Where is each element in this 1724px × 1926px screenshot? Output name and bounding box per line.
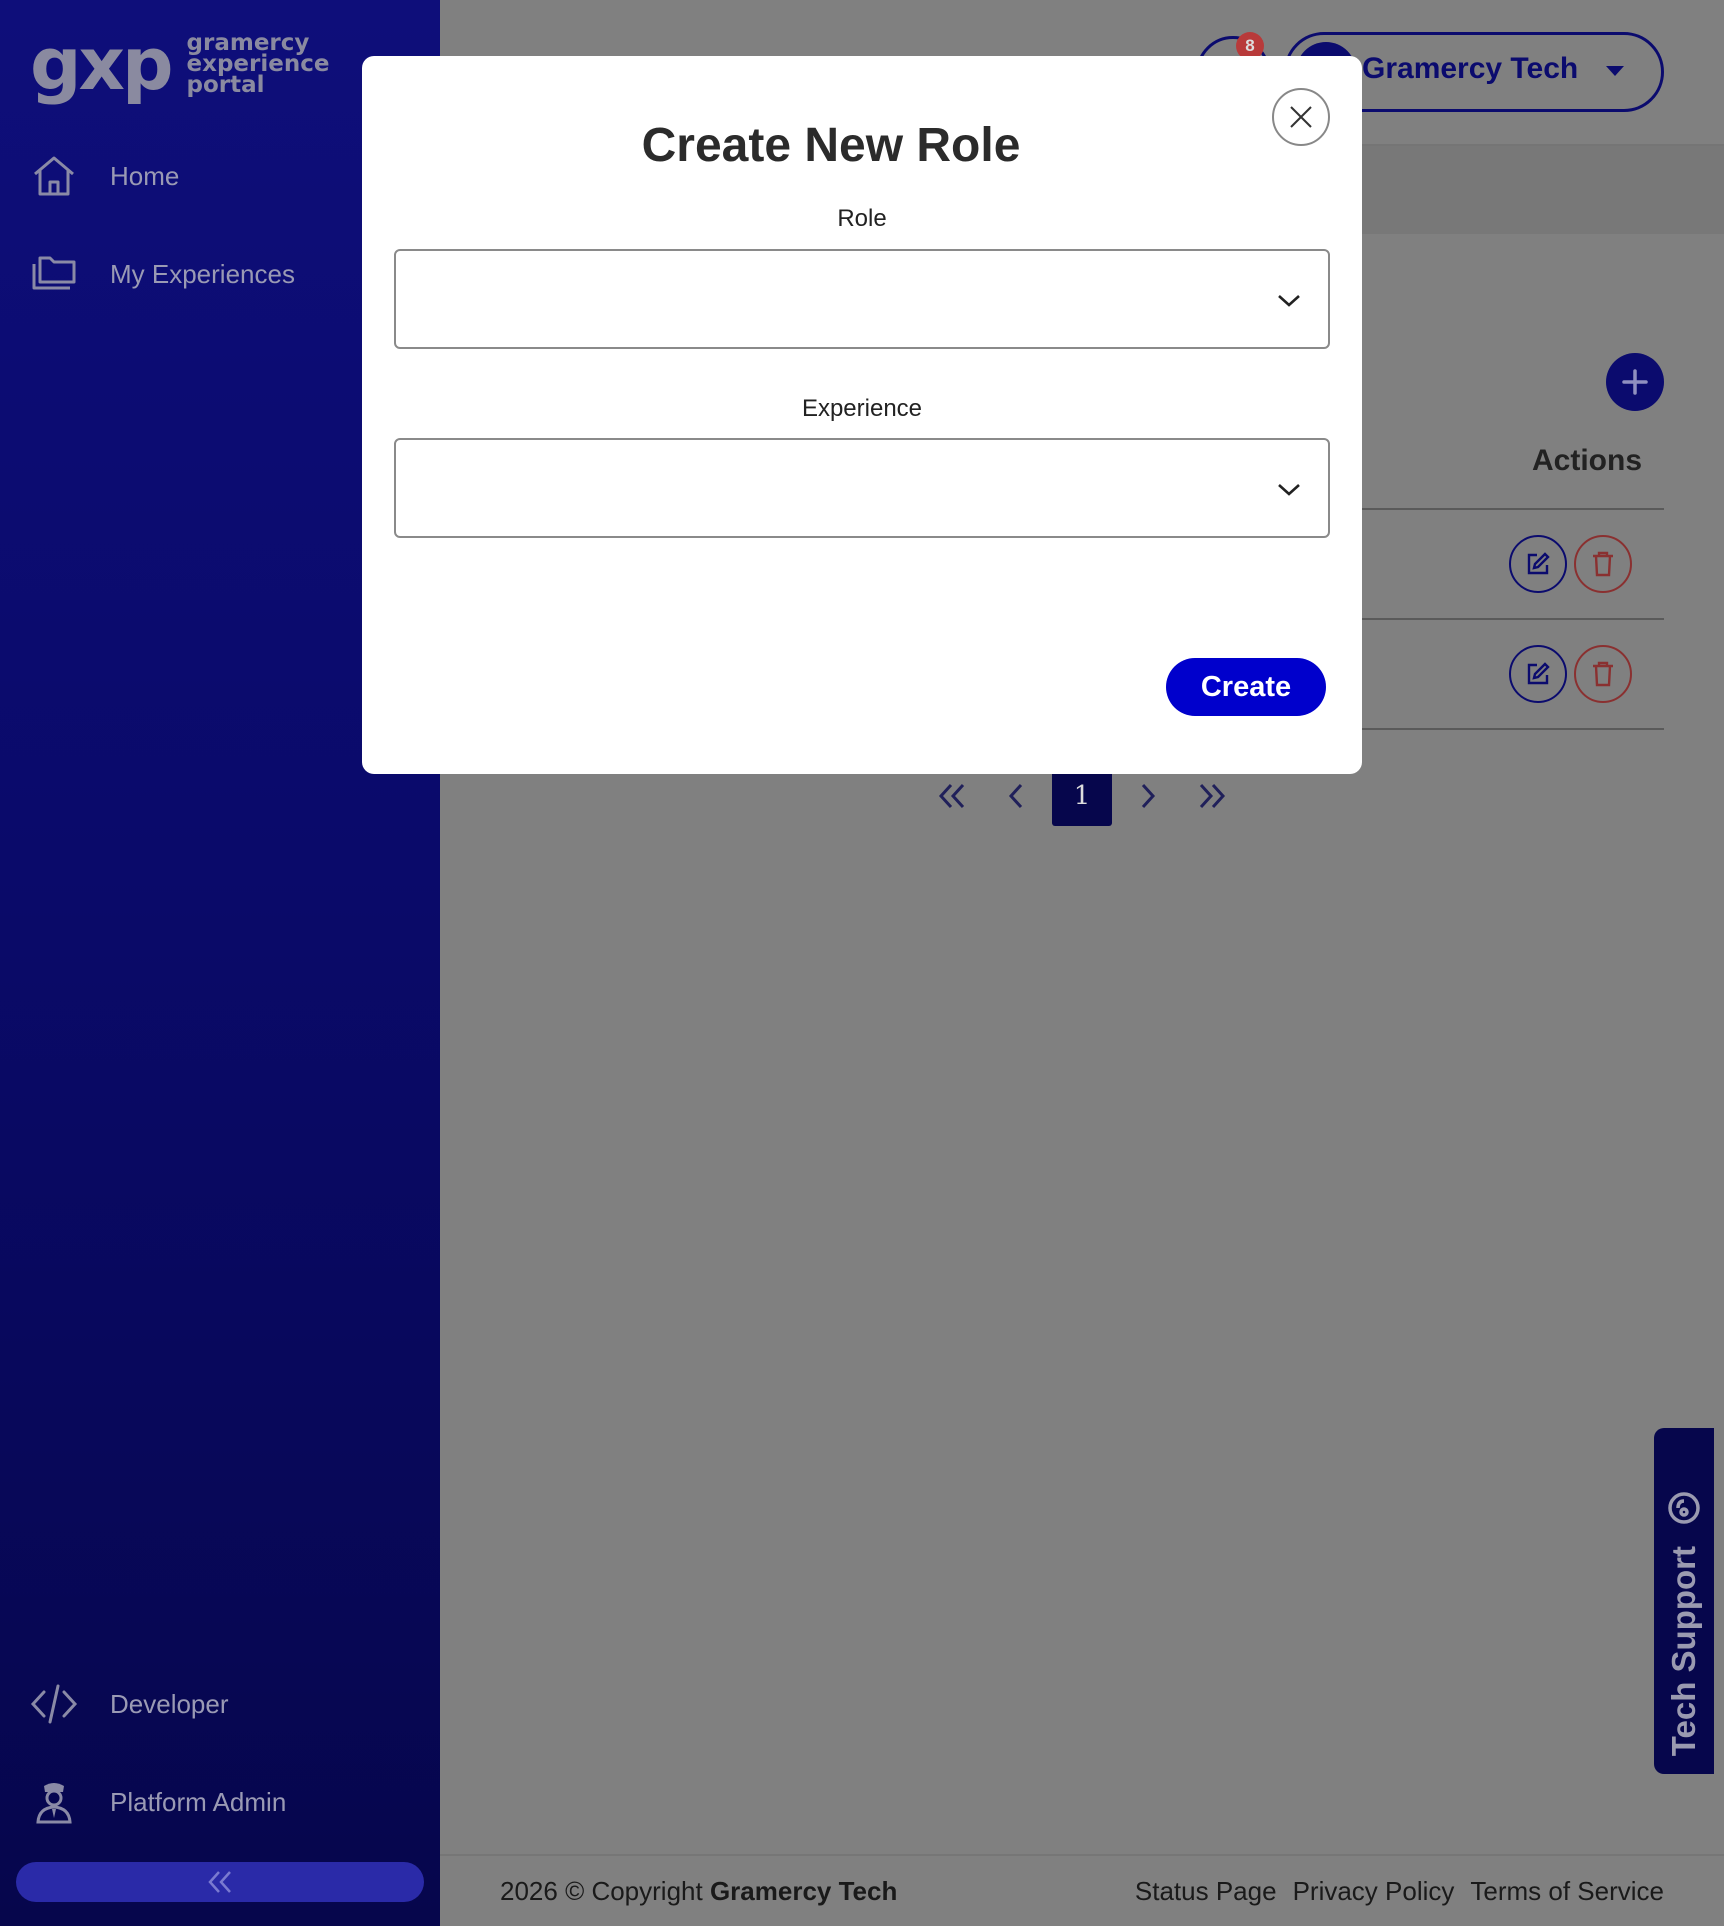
last-page-button[interactable]: [1190, 766, 1234, 826]
chevron-down-icon: [1278, 295, 1300, 307]
delete-row-2-button[interactable]: [1574, 645, 1632, 703]
delete-row-1-button[interactable]: [1574, 535, 1632, 593]
table-row-divider: [1340, 508, 1664, 510]
table-row-divider: [1340, 728, 1664, 730]
privacy-policy-link[interactable]: Privacy Policy: [1293, 1876, 1455, 1907]
edit-icon: [1527, 662, 1550, 685]
copyright-owner: Gramercy Tech: [709, 1876, 898, 1906]
actions-column-header: Actions: [1532, 444, 1643, 477]
footer-links: Status Page Privacy Policy Terms of Serv…: [1135, 1876, 1664, 1907]
copyright: 2026 © Copyright Gramercy Tech: [500, 1876, 897, 1907]
logo-mark: gxp: [30, 22, 174, 106]
collapse-sidebar-button[interactable]: [16, 1862, 424, 1902]
table-row-divider: [1340, 618, 1664, 620]
sidebar-item-platform-admin[interactable]: Platform Admin: [30, 1778, 286, 1826]
chevron-down-icon: [1278, 484, 1300, 496]
chevron-right-icon: [1141, 783, 1156, 809]
double-chevron-left-icon: [938, 783, 965, 809]
prev-page-button[interactable]: [998, 766, 1034, 826]
role-label: Role: [837, 205, 887, 232]
create-button[interactable]: Create: [1166, 658, 1326, 716]
edit-row-1-button[interactable]: [1509, 535, 1567, 593]
tech-support-tab[interactable]: Tech Support: [1654, 1428, 1714, 1774]
footer-divider: [440, 1854, 1724, 1856]
copyright-prefix: 2026 © Copyright: [500, 1876, 703, 1906]
experience-select[interactable]: [394, 438, 1330, 538]
edit-row-2-button[interactable]: [1509, 645, 1567, 703]
sidebar-item-home[interactable]: Home: [30, 152, 179, 200]
add-role-button[interactable]: [1606, 353, 1664, 411]
sidebar-item-label: Platform Admin: [110, 1786, 287, 1817]
trash-icon: [1593, 551, 1613, 577]
caret-down-icon: [1606, 66, 1624, 76]
sidebar-item-developer[interactable]: Developer: [30, 1680, 229, 1728]
status-page-link[interactable]: Status Page: [1135, 1876, 1277, 1907]
double-chevron-right-icon: [1199, 783, 1226, 809]
plus-icon: [1622, 369, 1648, 395]
first-page-button[interactable]: [930, 766, 974, 826]
page-1-button[interactable]: 1: [1052, 766, 1112, 826]
chevron-left-icon: [1008, 783, 1023, 809]
admin-user-icon: [36, 1783, 72, 1824]
edit-icon: [1527, 552, 1550, 575]
sidebar-item-label: Home: [110, 160, 180, 191]
gxp-logo[interactable]: gxp gramercy experience portal: [30, 28, 329, 100]
logo-wordmark: gramercy experience portal: [186, 31, 330, 98]
modal-title: Create New Role: [641, 119, 1021, 172]
sidebar-item-label: My Experiences: [110, 258, 295, 289]
sidebar-item-my-experiences[interactable]: My Experiences: [30, 250, 295, 298]
double-chevron-left-icon: [208, 1871, 231, 1893]
folders-icon: [32, 256, 76, 290]
trash-icon: [1593, 661, 1613, 687]
tech-support-label: Tech Support: [1665, 1545, 1702, 1756]
logo-word-3: portal: [186, 71, 265, 98]
code-icon: [30, 1684, 78, 1724]
profile-name: Gramercy Tech: [1362, 52, 1579, 85]
terms-of-service-link[interactable]: Terms of Service: [1470, 1876, 1664, 1907]
next-page-button[interactable]: [1130, 766, 1166, 826]
support-chat-icon: [1668, 1492, 1700, 1524]
sidebar-item-label: Developer: [110, 1688, 229, 1719]
role-select[interactable]: [394, 249, 1330, 349]
experience-label: Experience: [801, 395, 923, 422]
home-icon: [34, 156, 74, 196]
